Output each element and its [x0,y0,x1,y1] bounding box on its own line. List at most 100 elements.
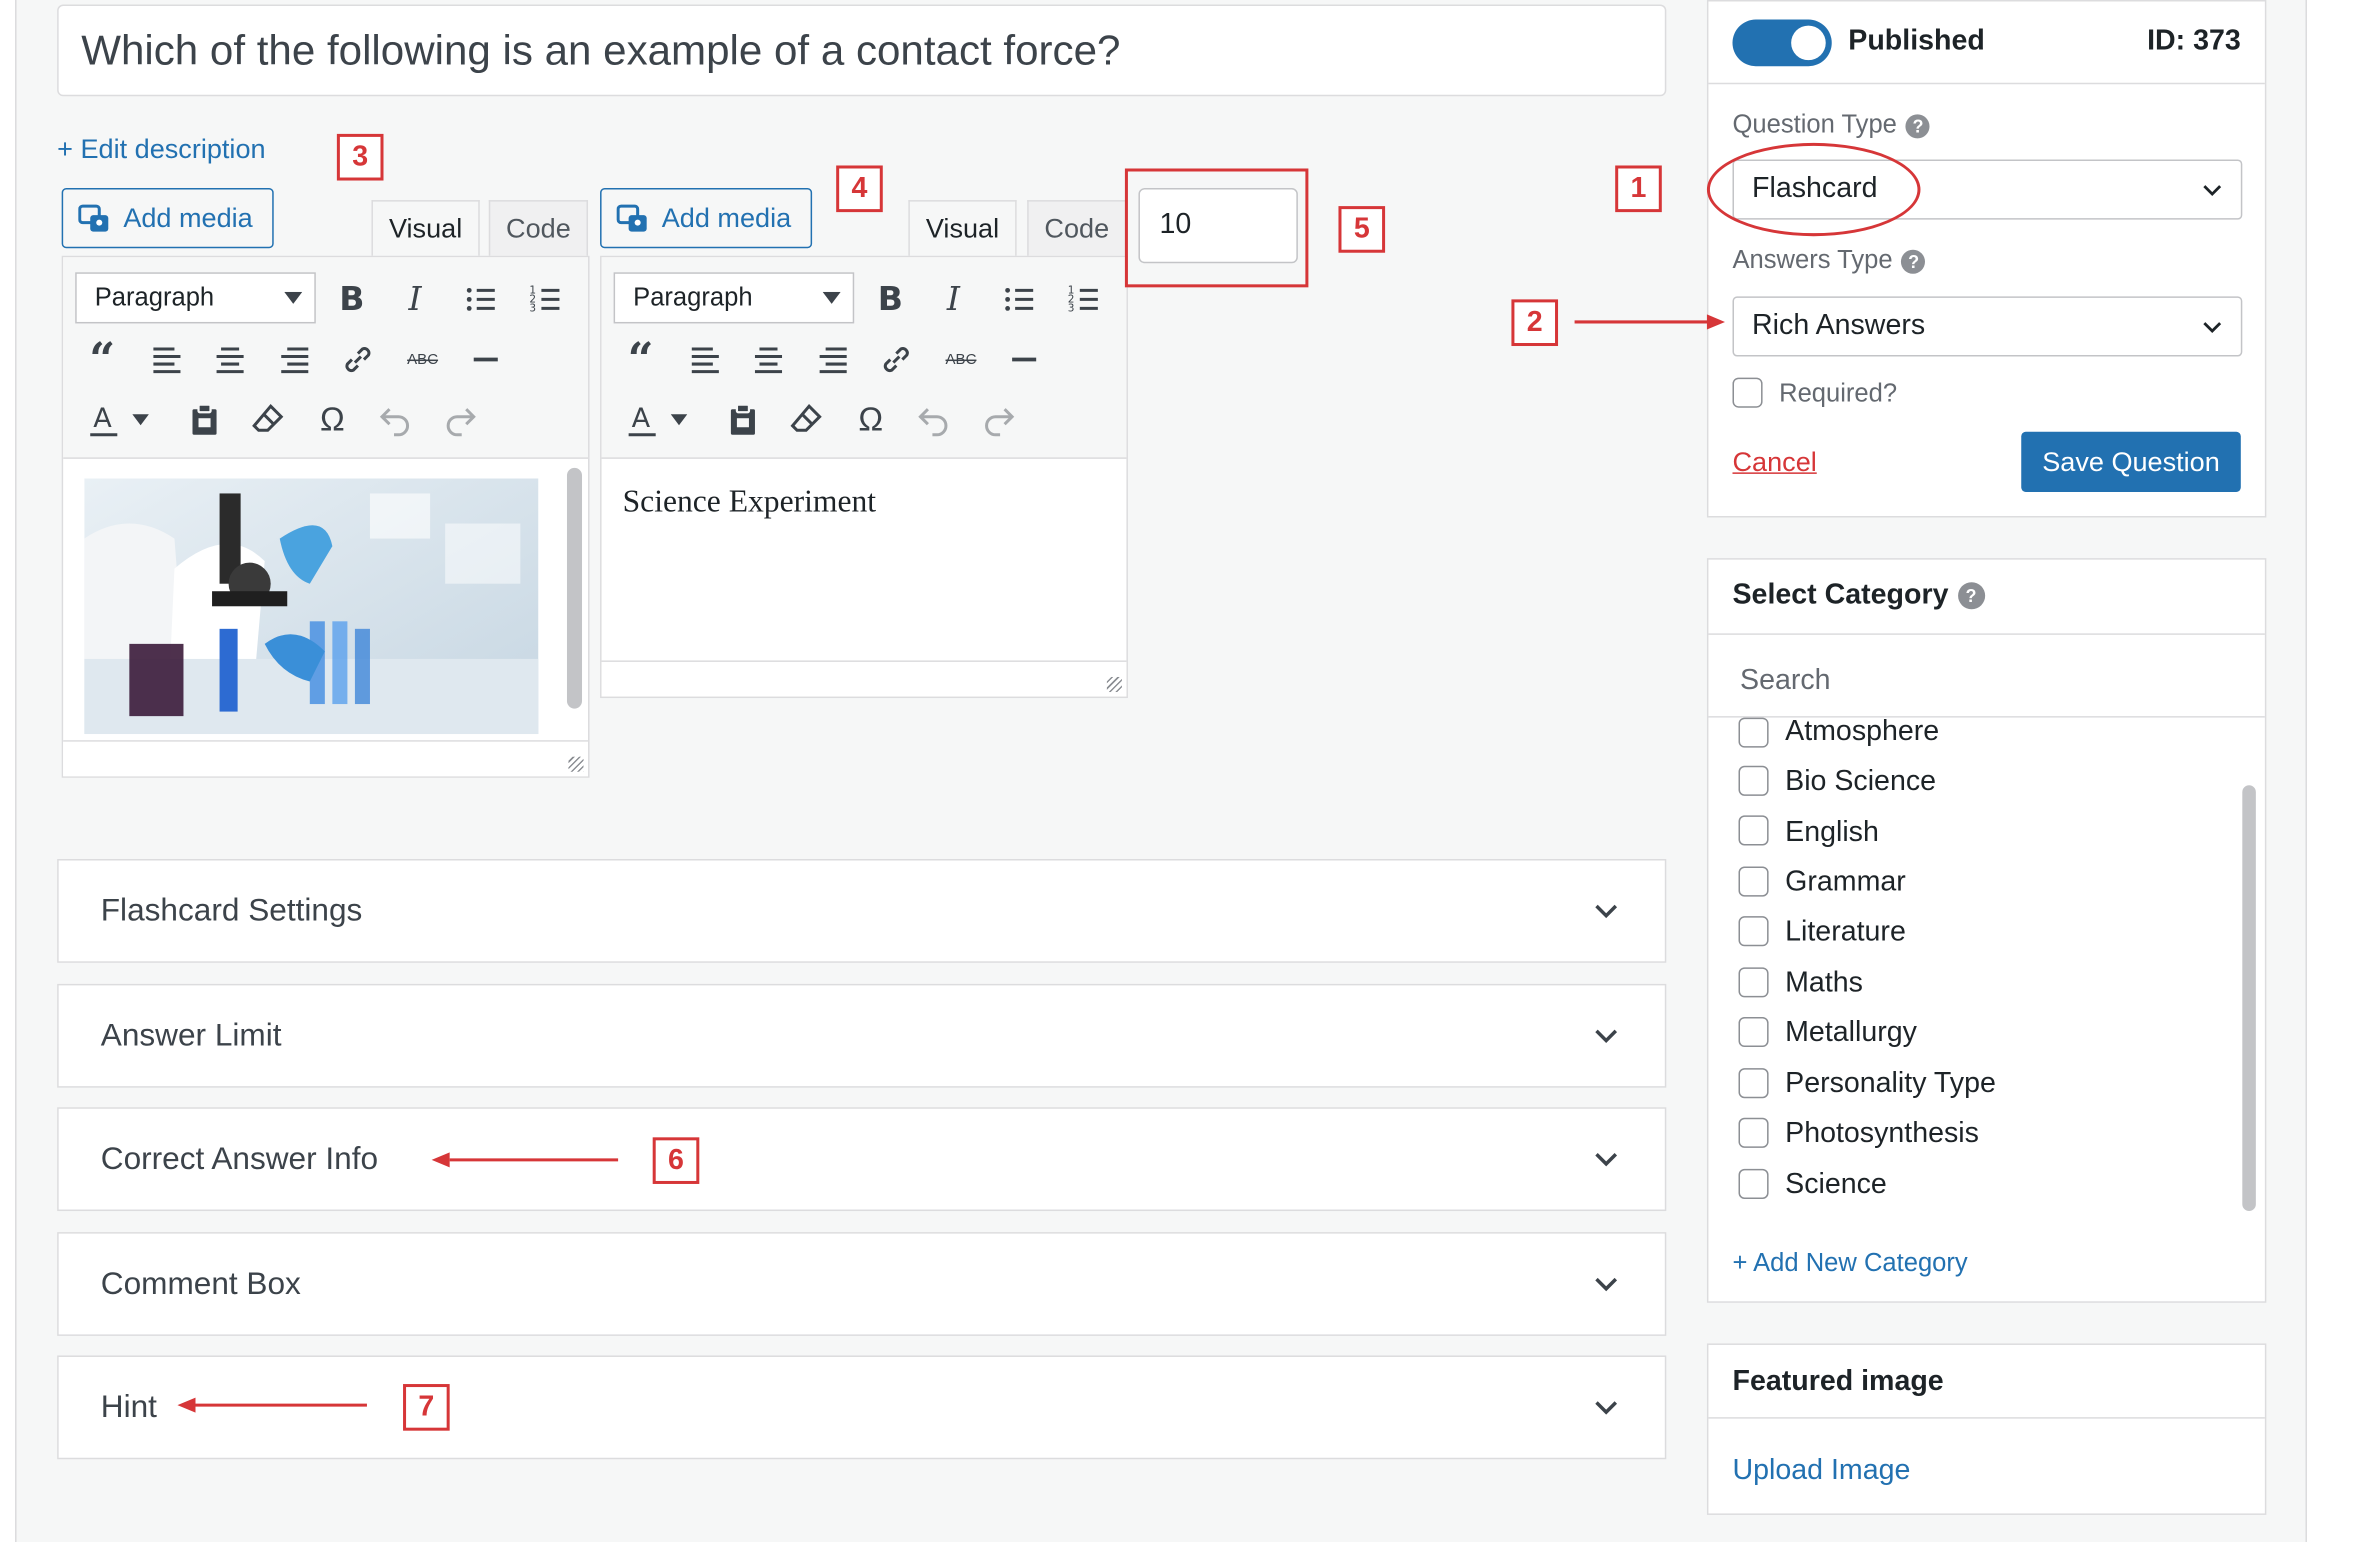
chevron-down-icon [2203,322,2222,333]
link-icon[interactable] [334,335,382,383]
redo-icon[interactable] [436,396,484,444]
align-right-icon[interactable] [809,335,857,383]
add-media-button-1[interactable]: Add media [61,188,274,249]
tab-visual-1[interactable]: Visual [371,200,480,258]
upload-image-link[interactable]: Upload Image [1732,1455,1910,1488]
undo-icon[interactable] [371,396,419,444]
paste-text-icon[interactable] [180,396,228,444]
add-media-label: Add media [661,202,792,233]
answers-type-select[interactable]: Rich Answers [1732,296,2243,357]
numbered-list-icon[interactable]: 123 [522,275,570,323]
answer-editor-1: Paragraph B I 123 “ ABC A Ω [61,255,590,778]
editor-content-text[interactable]: Science Experiment [623,483,876,521]
resize-grip-icon[interactable] [568,756,584,772]
special-character-icon[interactable]: Ω [847,396,895,444]
category-checkbox[interactable] [1738,765,1769,796]
question-id: ID: 373 [2147,25,2241,58]
category-item: Photosynthesis [1785,1117,1979,1150]
italic-icon[interactable]: I [391,275,439,323]
editor-scrollbar[interactable] [566,467,583,709]
text-color-icon[interactable]: A [81,396,129,444]
accordion-flashcard-settings[interactable]: Flashcard Settings [57,859,1667,963]
bullet-list-icon[interactable] [996,275,1044,323]
category-checkbox[interactable] [1738,1016,1769,1048]
strikethrough-icon[interactable]: ABC [399,335,447,383]
category-item: Science [1785,1168,1887,1201]
format-select-2[interactable]: Paragraph [613,272,855,324]
category-item: Personality Type [1785,1068,1996,1100]
category-item: Grammar [1785,866,1906,899]
accordion-answer-limit[interactable]: Answer Limit [57,983,1667,1088]
category-search-input[interactable]: Search [1708,639,2265,718]
add-new-category-link[interactable]: + Add New Category [1732,1249,1967,1279]
accordion-comment-box[interactable]: Comment Box [57,1232,1667,1336]
add-media-button-2[interactable]: Add media [600,188,813,249]
undo-icon[interactable] [910,396,958,444]
horizontal-line-icon[interactable] [462,335,510,383]
help-icon[interactable]: ? [1957,582,1985,610]
help-icon[interactable]: ? [1901,249,1926,274]
published-toggle[interactable] [1732,19,1832,67]
category-checkbox[interactable] [1738,815,1769,846]
special-character-icon[interactable]: Ω [308,396,356,444]
accordion-correct-answer-info[interactable]: Correct Answer Info [57,1107,1667,1212]
caret-down-icon [822,291,841,304]
category-checkbox[interactable] [1738,1068,1769,1099]
tab-code-2[interactable]: Code [1027,200,1127,258]
horizontal-line-icon[interactable] [1000,335,1048,383]
edit-description-link[interactable]: + Edit description [57,134,265,166]
accordion-label: Answer Limit [100,1017,282,1053]
tab-visual-2[interactable]: Visual [908,200,1017,258]
clear-formatting-icon[interactable] [782,396,830,444]
italic-icon[interactable]: I [929,275,977,323]
divider [1708,633,2265,635]
category-checkbox[interactable] [1738,717,1769,748]
text-color-icon[interactable]: A [620,396,668,444]
bullet-list-icon[interactable] [457,275,505,323]
text-color-dropdown-icon[interactable] [665,396,692,444]
editor-toolbar-1: Paragraph B I 123 “ ABC A Ω [63,257,589,459]
svg-text:A: A [93,403,112,434]
cancel-link[interactable]: Cancel [1732,447,1816,479]
resize-grip-icon[interactable] [1106,676,1122,693]
tab-code-1[interactable]: Code [488,200,589,258]
svg-text:3: 3 [1068,302,1075,314]
redo-icon[interactable] [975,396,1023,444]
category-checkbox[interactable] [1738,866,1769,897]
align-center-icon[interactable] [744,335,792,383]
format-select-1[interactable]: Paragraph [75,272,316,324]
status-label: Published [1848,25,1985,58]
align-center-icon[interactable] [206,335,254,383]
numbered-list-icon[interactable]: 123 [1060,275,1108,323]
question-title-input[interactable]: Which of the following is an example of … [57,4,1667,97]
category-box-title: Select Category? [1732,579,1985,612]
category-checkbox[interactable] [1738,967,1769,998]
clear-formatting-icon[interactable] [244,396,292,444]
category-checkbox[interactable] [1738,916,1769,947]
chevron-down-icon [1595,904,1618,919]
bold-icon[interactable]: B [328,275,376,323]
category-checkbox[interactable] [1738,1117,1769,1148]
annotation-circle-1 [1706,142,1921,237]
annotation-number: 1 [1615,165,1662,213]
text-color-dropdown-icon[interactable] [126,396,153,444]
link-icon[interactable] [872,335,920,383]
category-item: English [1785,816,1879,849]
points-input[interactable]: 10 [1138,188,1298,264]
strikethrough-icon[interactable]: ABC [937,335,985,383]
blockquote-icon[interactable]: “ [617,333,665,386]
align-left-icon[interactable] [143,335,191,383]
help-icon[interactable]: ? [1905,113,1930,138]
align-right-icon[interactable] [271,335,319,383]
category-scrollbar[interactable] [2242,785,2256,1212]
category-checkbox[interactable] [1738,1168,1769,1200]
annotation-number: 6 [652,1137,700,1184]
paste-text-icon[interactable] [719,396,767,444]
save-question-button[interactable]: Save Question [2021,431,2241,492]
bold-icon[interactable]: B [866,275,914,323]
required-checkbox[interactable] [1732,377,1763,408]
category-item: Bio Science [1785,765,1937,798]
blockquote-icon[interactable]: “ [78,333,126,386]
align-left-icon[interactable] [681,335,729,383]
accordion-label: Comment Box [100,1265,301,1301]
